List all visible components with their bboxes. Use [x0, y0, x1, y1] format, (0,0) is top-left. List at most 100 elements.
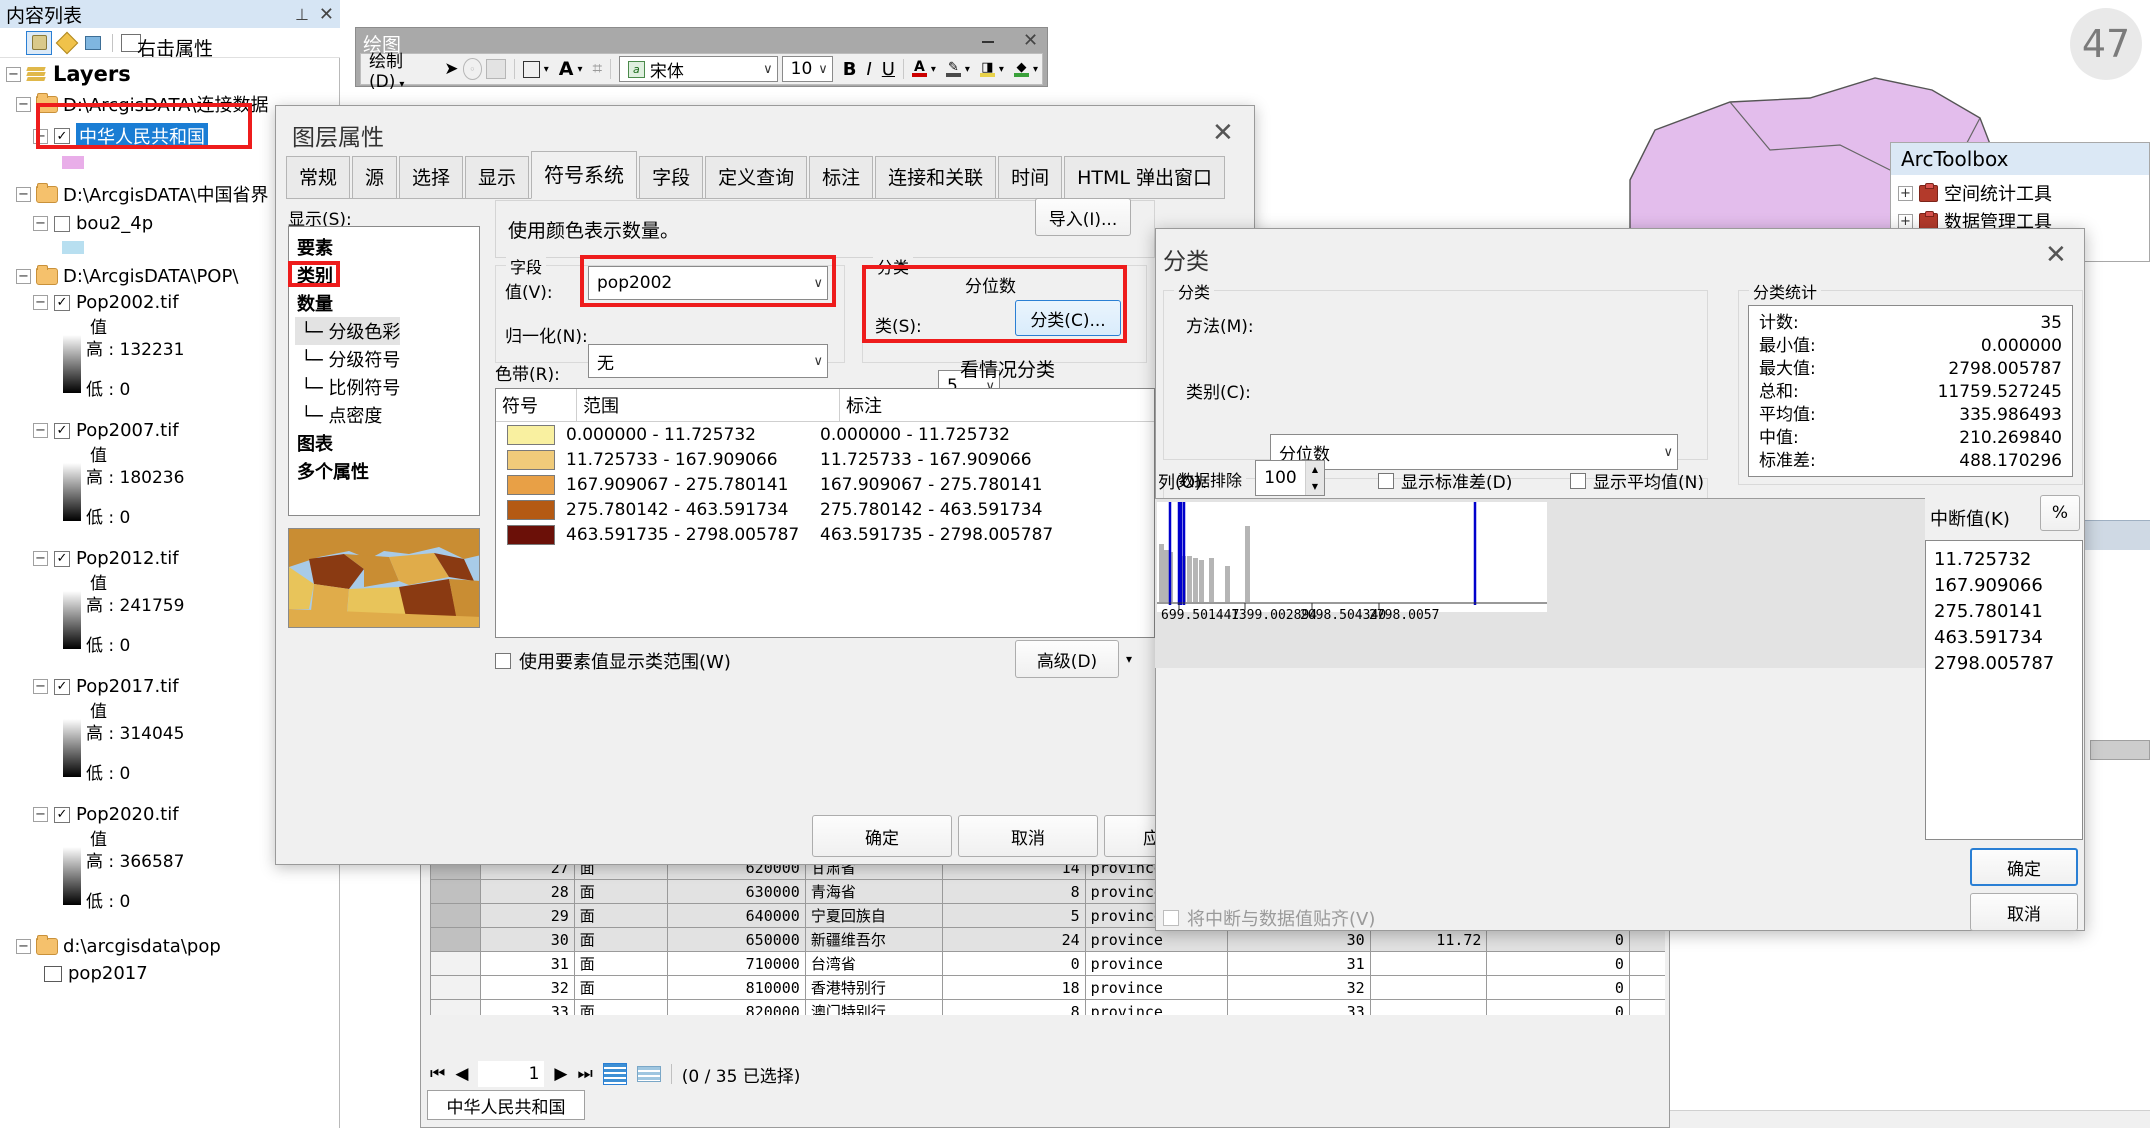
text-dropdown-icon[interactable]: ▾	[577, 64, 582, 75]
break-value[interactable]: 11.725732	[1934, 547, 2082, 573]
last-record-icon[interactable]: ⏭	[577, 1064, 592, 1084]
layer-properties-tabs[interactable]: 常规源选择 显示 符号系统 字段 定义查询 标注 连接和关联 时间 HTML 弹出窗口	[286, 151, 1246, 199]
font-name-combo[interactable]: a 宋体 ∨	[618, 56, 778, 82]
chevron-down-icon[interactable]: ▾	[999, 64, 1004, 75]
layer-properties-close-icon[interactable]: ✕	[1212, 118, 1234, 148]
row-select-cell[interactable]	[430, 927, 482, 952]
expand-toggle-icon[interactable]: −	[6, 66, 21, 82]
chevron-down-icon[interactable]: ∨	[813, 276, 823, 291]
show-class-ranges-row[interactable]: 使用要素值显示类范围(W)	[495, 648, 731, 674]
legend-color-swatch[interactable]	[507, 424, 555, 445]
spinner-arrows[interactable]: ▲ ▼	[1305, 461, 1324, 495]
expand-toggle-icon[interactable]: −	[33, 128, 48, 144]
symbology-tree-item-图表[interactable]: 图表	[295, 429, 479, 457]
show-all-records-icon[interactable]	[602, 1063, 627, 1085]
expand-toggle-icon[interactable]: −	[16, 186, 31, 202]
tab-选择[interactable]: 选择	[399, 156, 464, 199]
tab-连接和关联[interactable]: 连接和关联	[875, 156, 997, 199]
symbology-tree-item-数量[interactable]: 数量	[295, 289, 479, 317]
tab-源[interactable]: 源	[352, 156, 398, 199]
expand-toggle-icon[interactable]: −	[33, 551, 48, 566]
legend-row[interactable]: 463.591735 - 2798.005787 463.591735 - 279…	[496, 522, 1154, 547]
chevron-down-icon[interactable]: ∨	[763, 62, 773, 77]
advanced-button-arrow-icon[interactable]: ▾	[1126, 652, 1132, 666]
rectangle-dropdown-icon[interactable]: ▾	[544, 64, 549, 75]
symbology-tree-item-分级色彩[interactable]: └─ 分级色彩	[295, 317, 401, 345]
attribute-table-tab[interactable]: 中华人民共和国	[427, 1090, 585, 1120]
chevron-down-icon[interactable]: ∨	[1663, 445, 1673, 460]
font-size-combo[interactable]: 10 ∨	[781, 56, 833, 82]
expand-toggle-icon[interactable]: −	[16, 939, 31, 954]
table-row[interactable]: 33面820000澳门特别行8province3300000	[430, 999, 1665, 1015]
list-by-source-icon[interactable]	[26, 30, 52, 55]
classify-method-combo[interactable]: 分位数 ∨	[1270, 434, 1678, 470]
symbology-tree-item-分级符号[interactable]: └─ 分级符号	[295, 345, 479, 373]
draw-dropdown-button[interactable]: 绘制(D) ▾	[365, 47, 434, 92]
font-color-icon[interactable]: A	[911, 60, 927, 77]
classify-dialog-close-icon[interactable]: ✕	[2045, 240, 2067, 270]
row-select-cell[interactable]	[430, 879, 482, 904]
attribute-table-nav[interactable]: ⏮ ◀ 1 ▶ ⏭ (0 / 35 已选择)	[430, 1057, 1660, 1091]
layer-visibility-checkbox[interactable]: ✓	[54, 806, 70, 823]
list-by-drawing-order-icon[interactable]	[2, 33, 22, 53]
next-record-icon[interactable]: ▶	[554, 1064, 567, 1084]
table-row[interactable]: 30面650000新疆维吾尔24province3011.7200000	[430, 927, 1665, 952]
layer-visibility-checkbox[interactable]: ✓	[54, 422, 70, 439]
row-select-cell[interactable]	[430, 951, 482, 976]
select-arrow-icon[interactable]: ➤	[444, 59, 458, 79]
expand-toggle-icon[interactable]: −	[16, 96, 31, 112]
table-row[interactable]: 31面710000台湾省0province3100000	[430, 951, 1665, 976]
expand-toggle-icon[interactable]: −	[16, 269, 31, 284]
chevron-down-icon[interactable]: ▾	[1033, 64, 1038, 75]
tab-时间[interactable]: 时间	[998, 156, 1063, 199]
value-combo[interactable]: pop2002 ∨	[588, 266, 828, 300]
legend-table[interactable]: 符号 范围 标注 0.000000 - 11.725732 0.000000 - …	[495, 388, 1155, 638]
legend-row[interactable]: 11.725733 - 167.909066 11.725733 - 167.90…	[496, 447, 1154, 472]
layer-visibility-checkbox[interactable]: ✓	[54, 678, 70, 695]
expand-toggle-icon[interactable]: +	[1898, 185, 1913, 201]
chevron-down-icon[interactable]: ∨	[818, 62, 828, 77]
symbology-tree-item-类别[interactable]: 类别	[295, 261, 479, 289]
layer-props-ok-button[interactable]: 确定	[812, 815, 952, 857]
break-value[interactable]: 2798.005787	[1934, 651, 2082, 677]
row-select-cell[interactable]	[430, 999, 482, 1015]
legend-row[interactable]: 0.000000 - 11.725732 0.000000 - 11.725732	[496, 422, 1154, 447]
close-icon[interactable]: ✕	[319, 4, 334, 25]
symbology-tree-item-要素[interactable]: 要素	[295, 233, 479, 261]
show-mean-checkbox[interactable]	[1570, 472, 1586, 489]
draw-toolbar-minimize[interactable]	[982, 32, 1000, 48]
prev-record-icon[interactable]: ◀	[455, 1064, 468, 1084]
expand-toggle-icon[interactable]: −	[33, 216, 48, 231]
first-record-icon[interactable]: ⏮	[430, 1064, 445, 1084]
tab-标注[interactable]: 标注	[809, 156, 874, 199]
layer-props-cancel-button[interactable]: 取消	[958, 815, 1098, 857]
show-std-checkbox[interactable]	[1378, 472, 1394, 489]
legend-color-swatch[interactable]	[507, 499, 555, 520]
layer-visibility-checkbox[interactable]: ✓	[54, 294, 70, 311]
expand-toggle-icon[interactable]: −	[33, 679, 48, 694]
bold-button[interactable]: B	[843, 59, 857, 80]
text-A-icon[interactable]: A	[559, 58, 574, 80]
list-by-visibility-icon[interactable]	[55, 31, 79, 54]
italic-button[interactable]: I	[866, 59, 871, 80]
legend-color-swatch[interactable]	[507, 474, 555, 495]
record-page-input[interactable]: 1	[478, 1061, 545, 1087]
layer-visibility-checkbox[interactable]: ✓	[54, 128, 70, 144]
tab-字段[interactable]: 字段	[639, 156, 704, 199]
expand-toggle-icon[interactable]: +	[1898, 213, 1913, 229]
show-mean-row[interactable]: 显示平均值(N)	[1570, 468, 1704, 493]
symbology-show-tree[interactable]: 要素 类别 数量 └─ 分级色彩 └─ 分级符号 └─ 比例符号 └─ 点密度 图表 多个属性	[288, 226, 480, 516]
classify-cancel-button[interactable]: 取消	[1970, 893, 2078, 931]
row-select-cell[interactable]	[430, 975, 482, 1000]
table-row[interactable]: 32面810000香港特别行18province3200000	[430, 975, 1665, 1000]
expand-toggle-icon[interactable]: −	[33, 295, 48, 310]
symbology-tree-item-多个属性[interactable]: 多个属性	[295, 457, 479, 485]
snap-breaks-row[interactable]: 将中断与数据值贴齐(V)	[1163, 905, 1375, 931]
layer-visibility-checkbox[interactable]: ✓	[54, 550, 70, 567]
edit-vertices-icon[interactable]	[486, 59, 506, 79]
import-button[interactable]: 导入(I)...	[1035, 198, 1131, 236]
layer-visibility-checkbox[interactable]	[54, 215, 70, 232]
symbology-tree-item-点密度[interactable]: └─ 点密度	[295, 401, 479, 429]
chevron-down-icon[interactable]: ▾	[931, 64, 936, 75]
rectangle-icon[interactable]	[522, 60, 540, 78]
